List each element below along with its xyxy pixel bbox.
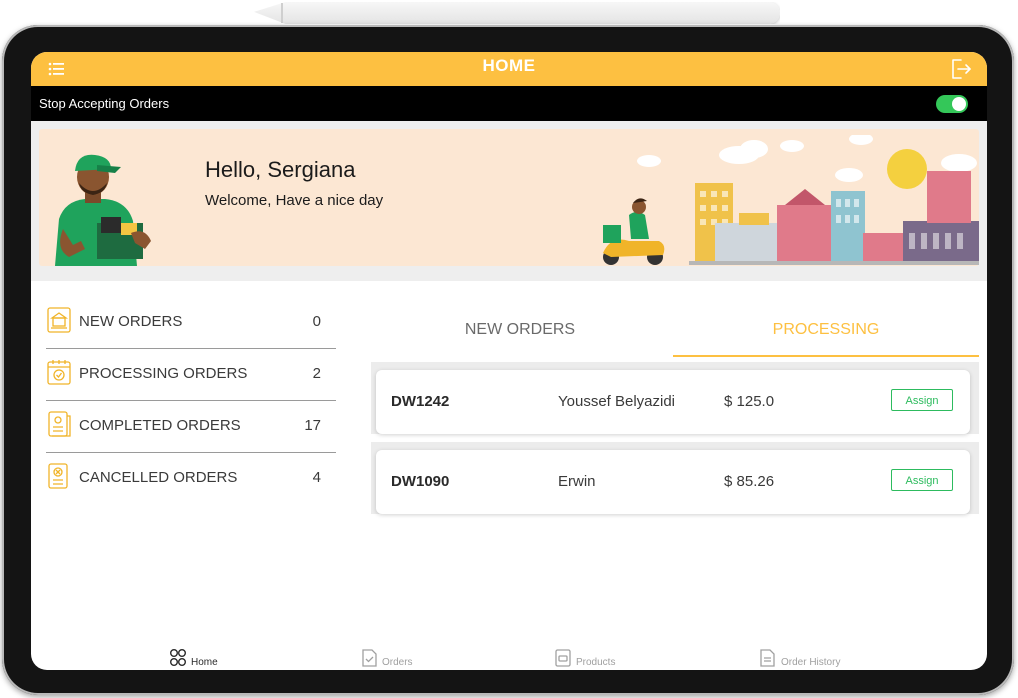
nav-label: Home xyxy=(191,657,218,668)
history-icon xyxy=(760,649,775,667)
stop-accepting-orders-toggle[interactable] xyxy=(936,95,968,113)
nav-label: Orders xyxy=(382,657,413,668)
summary-row-processing-orders[interactable]: PROCESSING ORDERS 2 xyxy=(46,349,336,401)
order-amount: $ 85.26 xyxy=(724,473,775,490)
order-amount: $ 125.0 xyxy=(724,393,775,410)
nav-label: Order History xyxy=(781,657,841,668)
processing-orders-list: DW1242 Youssef Belyazidi $ 125.0 Assign … xyxy=(371,362,979,522)
accepting-orders-bar: Stop Accepting Orders xyxy=(31,86,987,121)
nav-label: Products xyxy=(576,657,616,668)
tab-label: NEW ORDERS xyxy=(464,321,576,338)
greeting-text: Hello, Sergiana xyxy=(205,157,356,182)
assign-button[interactable]: Assign xyxy=(891,469,953,491)
summary-label: COMPLETED ORDERS xyxy=(79,417,241,434)
summary-count: 17 xyxy=(304,417,321,434)
grid-icon xyxy=(170,649,186,666)
order-card[interactable]: DW1242 Youssef Belyazidi $ 125.0 Assign xyxy=(376,370,970,434)
tab-new-orders[interactable]: NEW ORDERS xyxy=(367,304,673,355)
page-title: HOME xyxy=(482,56,536,75)
logout-icon[interactable] xyxy=(949,57,973,81)
new-orders-icon xyxy=(47,307,71,333)
products-icon xyxy=(555,649,571,667)
completed-orders-icon xyxy=(48,411,71,437)
courier-illustration xyxy=(55,154,151,266)
summary-count: 4 xyxy=(312,469,321,486)
order-customer: Erwin xyxy=(558,473,596,490)
order-row: DW1090 Erwin $ 85.26 Assign xyxy=(371,442,979,514)
pencil-band xyxy=(281,3,283,23)
stop-accepting-orders-label: Stop Accepting Orders xyxy=(39,96,170,111)
app-screen: HOME Stop Accepting Orders Hello, Sergia… xyxy=(31,52,987,670)
summary-label: NEW ORDERS xyxy=(79,313,183,330)
welcome-text: Welcome, Have a nice day xyxy=(205,192,384,209)
summary-label: PROCESSING ORDERS xyxy=(79,365,248,382)
order-summary-list: NEW ORDERS 0 PROCESSING ORDERS 2 COMPLET… xyxy=(46,297,336,504)
order-id: DW1090 xyxy=(391,473,450,490)
summary-row-new-orders[interactable]: NEW ORDERS 0 xyxy=(46,297,336,349)
summary-row-completed-orders[interactable]: COMPLETED ORDERS 17 xyxy=(46,401,336,453)
city-illustration xyxy=(603,135,979,265)
order-id: DW1242 xyxy=(391,393,450,410)
orders-icon xyxy=(362,649,377,667)
cancelled-orders-icon xyxy=(48,463,68,489)
banner-section: Hello, Sergiana Welcome, Have a nice day xyxy=(31,121,987,281)
summary-count: 2 xyxy=(312,365,321,382)
tab-processing[interactable]: PROCESSING xyxy=(673,304,979,357)
welcome-banner: Hello, Sergiana Welcome, Have a nice day xyxy=(39,129,979,266)
processing-orders-icon xyxy=(47,360,71,385)
summary-row-cancelled-orders[interactable]: CANCELLED ORDERS 4 xyxy=(46,453,336,504)
order-row: DW1242 Youssef Belyazidi $ 125.0 Assign xyxy=(371,362,979,434)
order-card[interactable]: DW1090 Erwin $ 85.26 Assign xyxy=(376,450,970,514)
toggle-knob xyxy=(952,97,966,111)
tab-label: PROCESSING xyxy=(772,321,880,338)
summary-count: 0 xyxy=(312,313,321,330)
bottom-navigation: Home Orders Products Order History xyxy=(31,648,987,670)
apple-pencil xyxy=(254,2,780,24)
order-customer: Youssef Belyazidi xyxy=(558,393,676,410)
assign-button[interactable]: Assign xyxy=(891,389,953,411)
summary-label: CANCELLED ORDERS xyxy=(79,469,238,486)
top-bar: HOME xyxy=(31,52,987,86)
